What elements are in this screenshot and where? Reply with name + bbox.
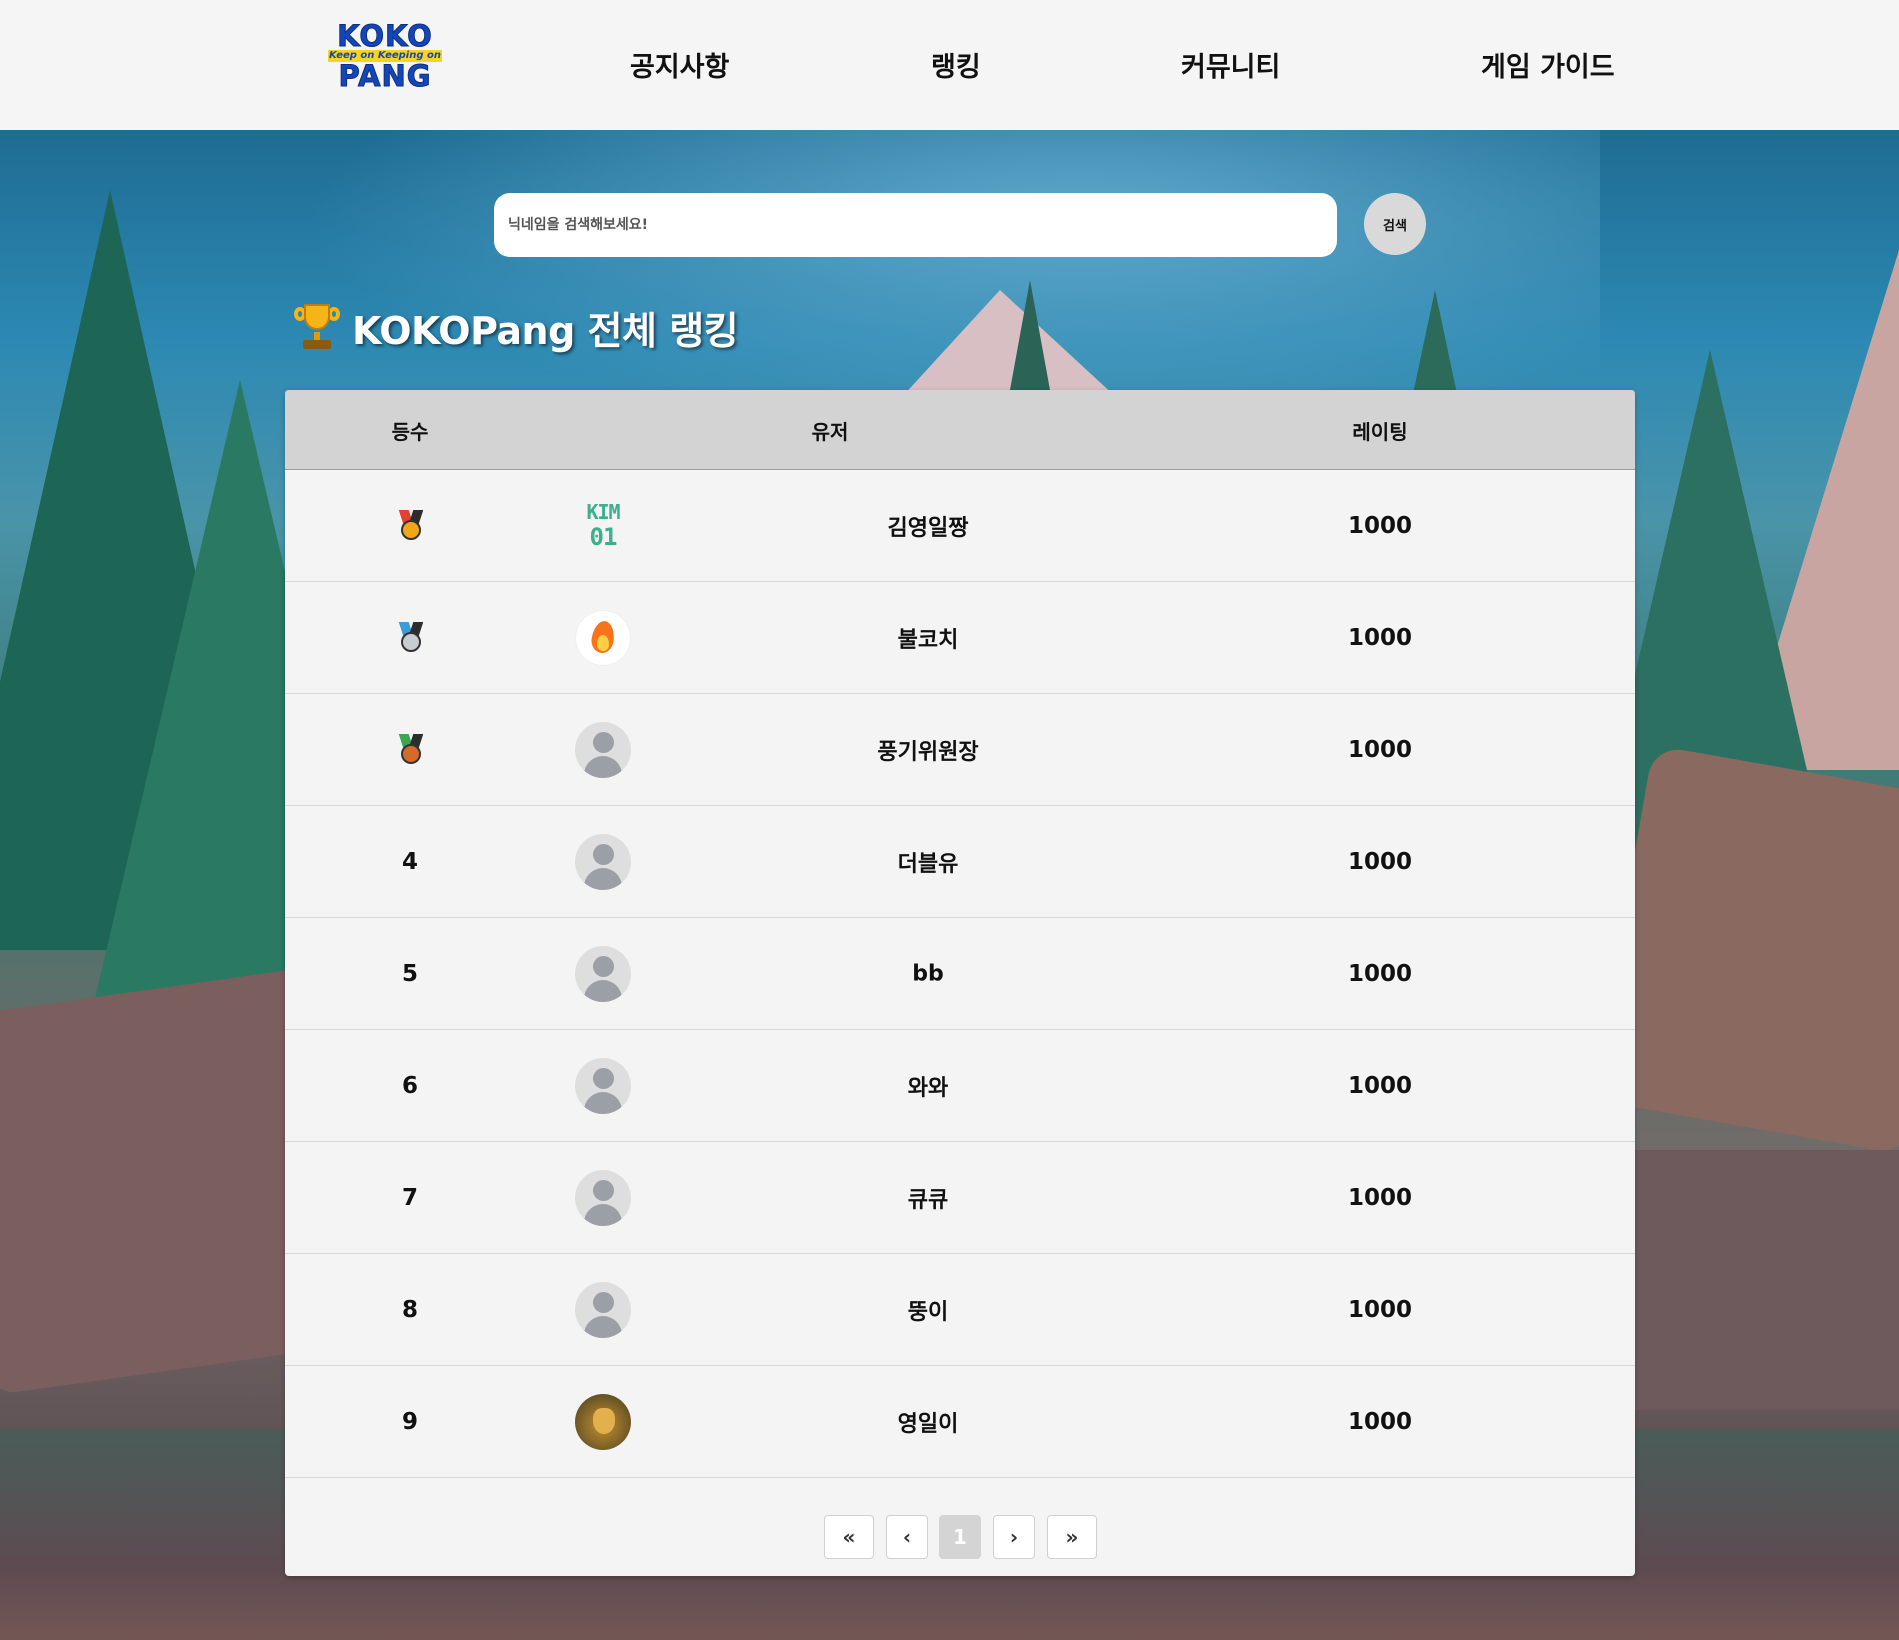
next-page-button[interactable]: › [993, 1515, 1035, 1559]
nav-community[interactable]: 커뮤니티 [1181, 45, 1280, 84]
ranking-table: 등수 유저 레이팅 KIM 01 김영일짱 1000 불코치 1000 풍기위원장… [285, 390, 1635, 1576]
user-nickname[interactable]: 더블유 [898, 846, 959, 878]
logo-line1: KOKO [337, 19, 433, 53]
table-row[interactable]: 8 뚱이 1000 [285, 1254, 1635, 1366]
user-rating: 1000 [1347, 960, 1413, 987]
table-row[interactable]: 불코치 1000 [285, 582, 1635, 694]
page-title: KOKOPang 전체 랭킹 [352, 308, 739, 353]
user-avatar[interactable]: KIM 01 [575, 498, 631, 554]
nav-game-guide[interactable]: 게임 가이드 [1481, 45, 1615, 84]
table-header: 등수 유저 레이팅 [285, 390, 1635, 470]
user-nickname[interactable]: 풍기위원장 [877, 734, 978, 766]
logo-line3: PANG [338, 59, 432, 93]
user-rating: 1000 [1347, 1296, 1413, 1323]
user-rating: 1000 [1347, 624, 1413, 651]
default-avatar-icon[interactable] [575, 946, 631, 1002]
user-nickname[interactable]: 영일이 [898, 1406, 959, 1438]
user-nickname[interactable]: 김영일짱 [888, 510, 969, 542]
user-nickname[interactable]: 불코치 [898, 622, 959, 654]
page-1-button[interactable]: 1 [939, 1515, 981, 1559]
ranking-title-row: KOKOPang 전체 랭킹 [294, 300, 739, 354]
silver-medal-icon [397, 622, 425, 656]
first-page-button[interactable]: « [824, 1515, 874, 1559]
default-avatar-icon[interactable] [575, 1058, 631, 1114]
table-row[interactable]: 6 와와 1000 [285, 1030, 1635, 1142]
table-row[interactable]: 5 bb 1000 [285, 918, 1635, 1030]
user-avatar[interactable] [575, 1394, 631, 1450]
last-page-button[interactable]: » [1047, 1515, 1097, 1559]
table-row[interactable]: KIM 01 김영일짱 1000 [285, 470, 1635, 582]
user-rank: 9 [401, 1408, 419, 1435]
top-header: KOKO Keep on Keeping on PANG 공지사항 랭킹 커뮤니… [0, 0, 1899, 130]
prev-page-button[interactable]: ‹ [886, 1515, 928, 1559]
nav-notice[interactable]: 공지사항 [630, 45, 729, 84]
user-nickname[interactable]: 뚱이 [908, 1294, 948, 1326]
user-nickname[interactable]: 와와 [908, 1070, 948, 1102]
pagination: « ‹ 1 › » [285, 1505, 1635, 1565]
table-row[interactable]: 9 영일이 1000 [285, 1366, 1635, 1478]
default-avatar-icon[interactable] [575, 722, 631, 778]
user-rank: 4 [401, 848, 419, 875]
user-rank: 5 [401, 960, 419, 987]
default-avatar-icon[interactable] [575, 1282, 631, 1338]
nav-ranking[interactable]: 랭킹 [931, 45, 981, 84]
user-rank: 6 [401, 1072, 419, 1099]
user-rank: 8 [401, 1296, 419, 1323]
table-row[interactable]: 7 큐큐 1000 [285, 1142, 1635, 1254]
kokopang-logo[interactable]: KOKO Keep on Keeping on PANG [328, 19, 442, 96]
user-avatar[interactable] [575, 610, 631, 666]
search-button[interactable]: 검색 [1364, 193, 1426, 255]
user-rating: 1000 [1347, 512, 1413, 539]
user-rating: 1000 [1347, 1408, 1413, 1435]
user-rating: 1000 [1347, 848, 1413, 875]
user-nickname[interactable]: bb [912, 961, 944, 986]
user-rating: 1000 [1347, 1072, 1413, 1099]
table-row[interactable]: 4 더블유 1000 [285, 806, 1635, 918]
user-rank: 7 [401, 1184, 419, 1211]
header-rank: 등수 [391, 420, 429, 444]
header-rating: 레이팅 [1352, 420, 1408, 444]
trophy-icon [294, 302, 340, 352]
user-rating: 1000 [1347, 1184, 1413, 1211]
default-avatar-icon[interactable] [575, 834, 631, 890]
bronze-medal-icon [397, 734, 425, 768]
header-user: 유저 [811, 420, 849, 444]
nickname-search-input[interactable] [494, 193, 1337, 257]
user-rating: 1000 [1347, 736, 1413, 763]
table-row[interactable]: 풍기위원장 1000 [285, 694, 1635, 806]
default-avatar-icon[interactable] [575, 1170, 631, 1226]
user-nickname[interactable]: 큐큐 [908, 1182, 948, 1214]
gold-medal-icon [397, 510, 425, 544]
